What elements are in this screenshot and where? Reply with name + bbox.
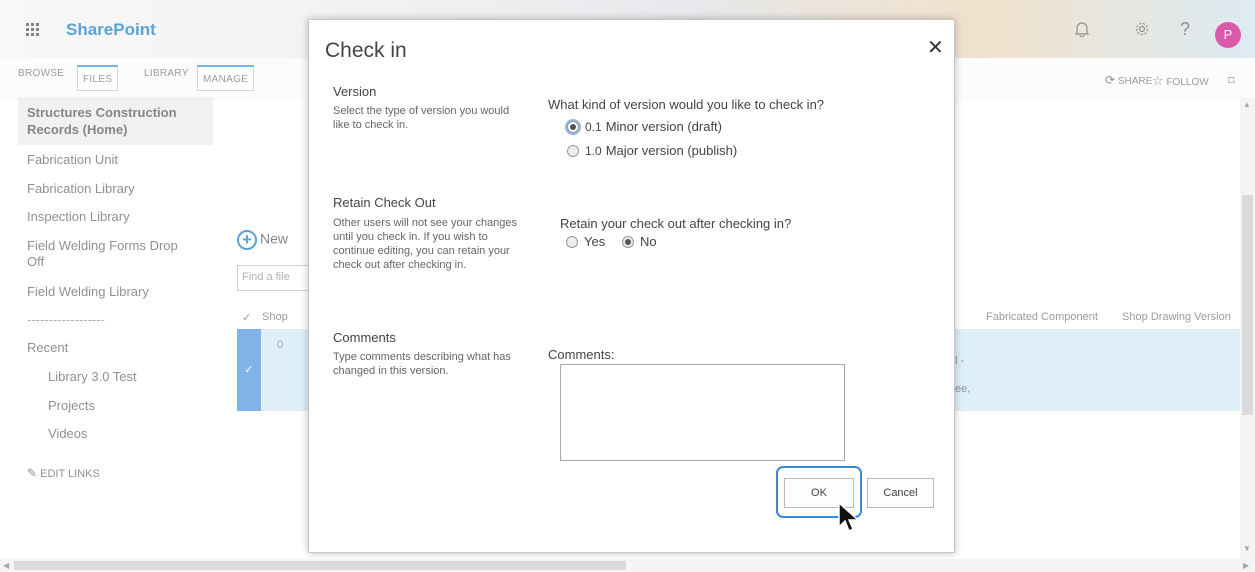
major-version-option[interactable]: 1.0 Major version (publish) — [567, 143, 737, 158]
comments-heading: Comments — [333, 330, 396, 345]
cancel-button[interactable]: Cancel — [867, 478, 934, 508]
version-question: What kind of version would you like to c… — [548, 97, 825, 112]
retain-no-radio[interactable] — [622, 235, 634, 248]
close-icon[interactable]: ✕ — [927, 35, 944, 60]
comments-textarea[interactable] — [560, 364, 845, 461]
retain-yes-radio[interactable] — [566, 235, 578, 248]
minor-version-radio[interactable] — [567, 120, 579, 133]
major-version-number: 1.0 — [585, 143, 602, 158]
retain-yes-option[interactable]: Yes — [566, 234, 605, 249]
minor-version-number: 0.1 — [585, 119, 602, 134]
version-description: Select the type of version you would lik… — [333, 105, 510, 131]
minor-version-option[interactable]: 0.1 Minor version (draft) — [567, 119, 722, 134]
retain-heading: Retain Check Out — [333, 195, 436, 210]
minor-version-label: Minor version (draft) — [605, 119, 722, 134]
version-heading: Version — [333, 84, 377, 99]
comments-description: Type comments describing what has change… — [333, 351, 511, 377]
retain-yes-label: Yes — [584, 234, 606, 249]
check-in-dialog: Check in ✕ Version Select the type of ve… — [308, 19, 955, 553]
major-version-radio[interactable] — [567, 144, 579, 157]
mouse-cursor-icon — [837, 501, 863, 538]
retain-question: Retain your check out after checking in? — [560, 216, 792, 231]
retain-no-option[interactable]: No — [622, 234, 657, 249]
comments-label: Comments: — [548, 347, 615, 362]
retain-description: Other users will not see your changes un… — [333, 217, 518, 271]
retain-no-label: No — [640, 234, 657, 249]
dialog-title: Check in — [325, 39, 407, 62]
major-version-label: Major version (publish) — [605, 143, 738, 158]
